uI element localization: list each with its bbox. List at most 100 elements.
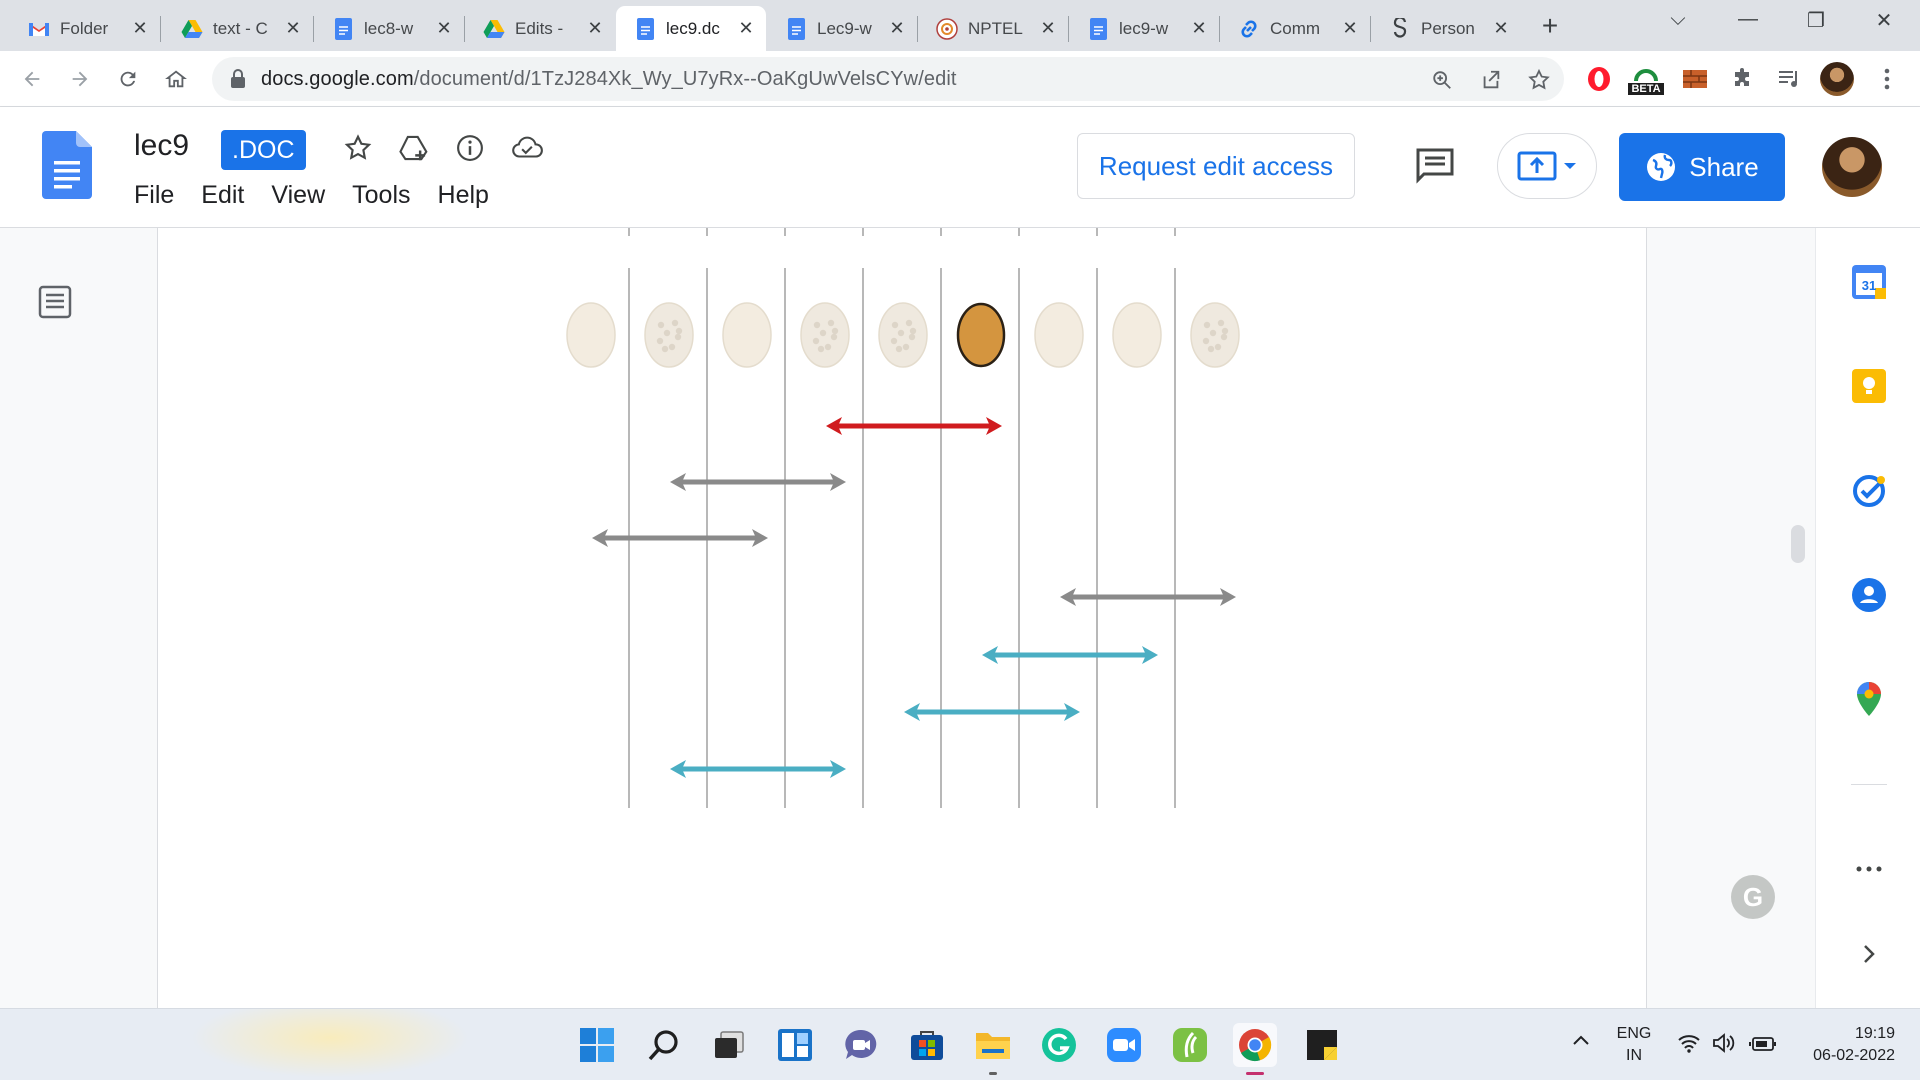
oval-speckle: [819, 329, 827, 337]
close-tab-icon[interactable]: ✕: [130, 18, 150, 39]
minimize-icon[interactable]: —: [1733, 8, 1763, 31]
menu-file[interactable]: File: [134, 181, 174, 210]
reload-icon[interactable]: [112, 63, 144, 95]
close-tab-icon[interactable]: ✕: [1189, 18, 1209, 39]
system-clock[interactable]: 19:19 06-02-2022: [1813, 1023, 1895, 1067]
tab-search-chevron-icon[interactable]: ⌵: [1663, 8, 1693, 31]
star-icon[interactable]: [340, 130, 376, 166]
browser-tab[interactable]: lec9-w ✕: [1069, 6, 1219, 51]
brick-extension-icon[interactable]: [1680, 64, 1710, 94]
wifi-icon[interactable]: [1677, 1033, 1701, 1060]
request-edit-access-button[interactable]: Request edit access: [1077, 133, 1355, 199]
browser-tab[interactable]: Edits - ✕: [465, 6, 615, 51]
close-tab-icon[interactable]: ✕: [434, 18, 454, 39]
bookmark-star-icon[interactable]: [1526, 67, 1552, 93]
comment-history-icon[interactable]: [1415, 147, 1455, 185]
task-view-icon[interactable]: [707, 1023, 751, 1067]
home-icon[interactable]: [160, 63, 192, 95]
browser-tab[interactable]: text - C ✕: [163, 6, 313, 51]
close-tab-icon[interactable]: ✕: [283, 18, 303, 39]
oval-speckle: [1217, 319, 1225, 327]
more-icon[interactable]: [1850, 850, 1888, 888]
browser-tab[interactable]: lec9.dc ✕: [616, 6, 766, 51]
chrome-menu-icon[interactable]: [1872, 64, 1902, 94]
close-window-icon[interactable]: ✕: [1869, 8, 1899, 33]
tasks-icon[interactable]: [1850, 472, 1888, 510]
grammarly-icon[interactable]: G: [1731, 875, 1775, 919]
new-tab-button[interactable]: +: [1534, 10, 1566, 42]
oval-speckle: [905, 319, 913, 327]
browser-tab[interactable]: Folder ✕: [10, 6, 160, 51]
maps-icon[interactable]: [1850, 680, 1888, 718]
teams-chat-icon[interactable]: [839, 1023, 883, 1067]
store-icon[interactable]: [905, 1023, 949, 1067]
user-avatar[interactable]: [1822, 137, 1882, 197]
start-icon[interactable]: [575, 1023, 619, 1067]
tab-title: Lec9-w: [817, 18, 872, 38]
browser-tab[interactable]: Comm ✕: [1220, 6, 1370, 51]
grammarly-taskbar-icon[interactable]: [1037, 1023, 1081, 1067]
address-bar[interactable]: docs.google.com/document/d/1TzJ284Xk_Wy_…: [212, 57, 1564, 101]
vertical-scrollbar-thumb[interactable]: [1791, 525, 1805, 563]
menu-view[interactable]: View: [271, 181, 325, 210]
add-to-drive-icon[interactable]: [396, 130, 432, 166]
tab-title: lec8-w: [364, 18, 414, 38]
browser-tab[interactable]: Lec9-w ✕: [767, 6, 917, 51]
close-tab-icon[interactable]: ✕: [585, 18, 605, 39]
google-docs-logo-icon[interactable]: [42, 131, 92, 199]
browser-tab[interactable]: Person ✕: [1371, 6, 1521, 51]
share-page-icon[interactable]: [1478, 67, 1504, 93]
menu-help[interactable]: Help: [438, 181, 489, 210]
sticky-notes-icon[interactable]: [1300, 1023, 1344, 1067]
contacts-icon[interactable]: [1850, 576, 1888, 614]
cloud-saved-icon[interactable]: [509, 130, 545, 166]
present-button[interactable]: [1497, 133, 1597, 199]
calendar-icon[interactable]: 31: [1850, 263, 1888, 301]
oval-speckle: [1207, 345, 1215, 353]
profile-avatar[interactable]: [1820, 62, 1854, 96]
document-outline-icon[interactable]: [38, 285, 72, 319]
file-explorer-icon[interactable]: [971, 1023, 1015, 1075]
volume-icon[interactable]: [1712, 1033, 1736, 1060]
close-tab-icon[interactable]: ✕: [887, 18, 907, 39]
oval-speckle: [1203, 321, 1211, 329]
chrome-icon[interactable]: [1233, 1023, 1277, 1075]
input-language[interactable]: ENG IN: [1614, 1023, 1654, 1067]
oval-speckle: [668, 343, 676, 351]
back-icon[interactable]: [16, 63, 48, 95]
person-link-icon: [1389, 17, 1411, 40]
restore-icon[interactable]: ❐: [1801, 8, 1831, 33]
battery-icon[interactable]: [1749, 1033, 1777, 1060]
share-button[interactable]: Share: [1619, 133, 1785, 201]
url-path: /document/d/1TzJ284Xk_Wy_U7yRx--OaKgUwVe…: [413, 68, 957, 90]
zoom-icon[interactable]: [1429, 67, 1455, 93]
oval-speckle: [824, 343, 832, 351]
menu-edit[interactable]: Edit: [201, 181, 244, 210]
tab-title: lec9.dc: [666, 18, 720, 38]
document-title[interactable]: lec9: [134, 129, 189, 163]
keep-icon[interactable]: [1850, 367, 1888, 405]
browser-tab[interactable]: NPTEL ✕: [918, 6, 1068, 51]
browser-tab[interactable]: lec8-w ✕: [314, 6, 464, 51]
close-tab-icon[interactable]: ✕: [1491, 18, 1511, 39]
zoom-app-icon[interactable]: [1102, 1023, 1146, 1067]
extensions-puzzle-icon[interactable]: [1727, 64, 1757, 94]
close-tab-icon[interactable]: ✕: [736, 18, 756, 39]
forward-icon[interactable]: [64, 63, 96, 95]
app-green-icon[interactable]: [1168, 1023, 1212, 1067]
oval-speckle: [831, 327, 839, 335]
tab-title: text - C: [213, 18, 268, 38]
menu-tools[interactable]: Tools: [352, 181, 410, 210]
details-info-icon[interactable]: [452, 130, 488, 166]
close-tab-icon[interactable]: ✕: [1340, 18, 1360, 39]
search-icon[interactable]: [642, 1023, 686, 1067]
expand-icon[interactable]: [1850, 935, 1888, 973]
beta-extension-icon[interactable]: BETA: [1628, 57, 1664, 103]
widgets-icon[interactable]: [773, 1023, 817, 1067]
close-tab-icon[interactable]: ✕: [1038, 18, 1058, 39]
opera-extension-icon[interactable]: [1584, 64, 1614, 94]
file-explorer-running-indicator: [989, 1072, 997, 1075]
show-hidden-icons[interactable]: [1572, 1031, 1590, 1053]
oval-speckle: [830, 333, 838, 341]
media-queue-icon[interactable]: [1774, 64, 1804, 94]
